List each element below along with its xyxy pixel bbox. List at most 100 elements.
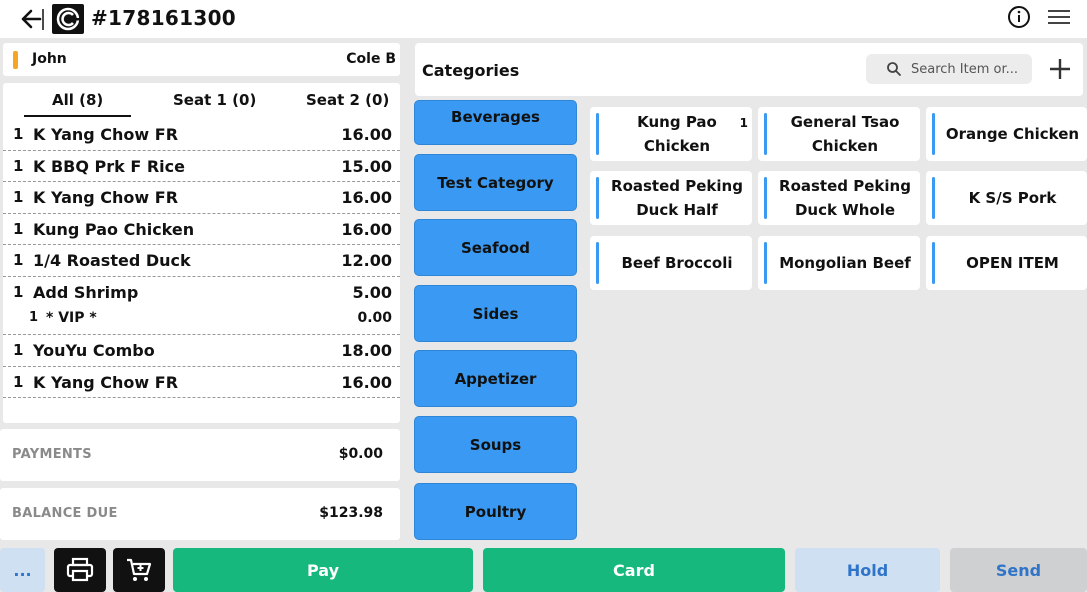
- tab-seat-2[interactable]: Seat 2 (0): [306, 91, 389, 109]
- order-item[interactable]: 1 K BBQ Prk F Rice 15.00: [3, 151, 400, 182]
- menu-item-beef-broccoli[interactable]: Beef Broccoli: [590, 236, 752, 290]
- categories-header: Categories: [415, 43, 1083, 96]
- tab-seat-1[interactable]: Seat 1 (0): [173, 91, 256, 109]
- item-name: K Yang Chow FR: [33, 188, 179, 207]
- menu-item-mongolian-beef[interactable]: Mongolian Beef: [758, 236, 920, 290]
- item-qty: 1: [13, 372, 24, 391]
- item-name: 1/4 Roasted Duck: [33, 251, 191, 270]
- item-price: 18.00: [341, 341, 392, 360]
- seat-tabs: All (8) Seat 1 (0) Seat 2 (0): [3, 89, 400, 119]
- menu-item-label: Roasted Peking Duck Whole: [779, 177, 911, 219]
- menu-item-label: General Tsao Chicken: [790, 113, 900, 155]
- menu-item-orange-chicken[interactable]: Orange Chicken: [926, 107, 1087, 161]
- menu-item-k-ss-pork[interactable]: K S/S Pork: [926, 171, 1087, 225]
- item-name: Kung Pao Chicken: [33, 219, 195, 239]
- balance-due-value: $123.98: [319, 505, 383, 521]
- item-price: 12.00: [341, 251, 392, 270]
- category-poultry[interactable]: Poultry: [414, 483, 577, 540]
- item-price: 16.00: [341, 188, 392, 207]
- item-price: 15.00: [341, 156, 392, 176]
- print-button[interactable]: [54, 548, 106, 592]
- menu-item-label: Roasted Peking Duck Half: [611, 177, 743, 219]
- order-item[interactable]: 1 K Yang Chow FR 16.00: [3, 182, 400, 214]
- menu-item-general-tsao-chicken[interactable]: General Tsao Chicken: [758, 107, 920, 161]
- menu-item-kung-pao-chicken[interactable]: Kung Pao Chicken 1: [590, 107, 752, 161]
- order-item[interactable]: 1 1/4 Roasted Duck 12.00: [3, 245, 400, 277]
- search-box[interactable]: [866, 54, 1032, 84]
- item-name: * VIP *: [46, 310, 97, 326]
- categories-title: Categories: [422, 61, 520, 80]
- menu-item-label: Orange Chicken: [945, 125, 1080, 143]
- item-price: 16.00: [341, 372, 392, 392]
- category-appetizer[interactable]: Appetizer: [414, 350, 577, 407]
- order-item-list: 1 K Yang Chow FR 16.00 1 K BBQ Prk F Ric…: [3, 119, 400, 398]
- item-price: 5.00: [352, 282, 392, 302]
- item-qty: 1: [13, 282, 24, 301]
- category-sides[interactable]: Sides: [414, 285, 577, 342]
- order-item[interactable]: 1 Add Shrimp 5.00: [3, 277, 400, 309]
- cart-button[interactable]: [113, 548, 165, 592]
- item-price: 16.00: [341, 219, 392, 239]
- item-qty: 1: [13, 156, 24, 175]
- order-item[interactable]: 1 K Yang Chow FR 16.00: [3, 119, 400, 151]
- item-name: K Yang Chow FR: [33, 372, 179, 392]
- menu-item-label: Mongolian Beef: [779, 254, 911, 272]
- category-beverages[interactable]: Beverages: [414, 100, 577, 145]
- item-name: YouYu Combo: [33, 341, 155, 360]
- item-price: 16.00: [341, 125, 392, 144]
- category-test-category[interactable]: Test Category: [414, 154, 577, 211]
- order-item[interactable]: 1 Kung Pao Chicken 16.00: [3, 214, 400, 245]
- item-qty: 1: [13, 188, 24, 206]
- payments-value: $0.00: [338, 446, 383, 462]
- customer-bar[interactable]: John Cole B: [3, 43, 400, 76]
- customer-accent-marker: [13, 51, 18, 69]
- back-arrow-icon[interactable]: [18, 6, 44, 32]
- more-options-button[interactable]: ...: [0, 548, 45, 592]
- item-qty: 1: [13, 251, 24, 269]
- order-ticket: All (8) Seat 1 (0) Seat 2 (0) 1 K Yang C…: [3, 83, 400, 423]
- category-soups[interactable]: Soups: [414, 416, 577, 473]
- item-qty: 1: [29, 310, 39, 325]
- customer-name: John: [32, 51, 67, 67]
- pay-button[interactable]: Pay: [173, 548, 473, 592]
- order-number: #178161300: [91, 6, 237, 30]
- printer-icon: [66, 557, 94, 582]
- info-icon[interactable]: [1007, 5, 1031, 29]
- item-price: 0.00: [357, 310, 392, 326]
- top-bar: #178161300: [0, 0, 1087, 38]
- item-qty: 1: [13, 125, 24, 143]
- menu-item-label: OPEN ITEM: [966, 254, 1059, 272]
- brand-logo-icon: [52, 4, 84, 34]
- hold-button[interactable]: Hold: [795, 548, 940, 592]
- item-name: K BBQ Prk F Rice: [33, 156, 185, 176]
- item-qty: 1: [13, 219, 24, 238]
- hamburger-menu-icon[interactable]: [1048, 7, 1070, 27]
- add-item-plus-icon[interactable]: [1048, 57, 1072, 81]
- search-icon: [886, 61, 902, 77]
- menu-item-roasted-peking-duck-whole[interactable]: Roasted Peking Duck Whole: [758, 171, 920, 225]
- order-item[interactable]: 1 K Yang Chow FR 16.00: [3, 367, 400, 398]
- category-seafood[interactable]: Seafood: [414, 219, 577, 276]
- menu-item-label: Beef Broccoli: [621, 254, 733, 272]
- tab-all-seats[interactable]: All (8): [23, 91, 132, 117]
- menu-item-label: K S/S Pork: [968, 189, 1057, 207]
- menu-item-open-item[interactable]: OPEN ITEM: [926, 236, 1087, 290]
- balance-due-row: BALANCE DUE $123.98: [0, 488, 400, 540]
- menu-item-count-badge: 1: [739, 116, 748, 130]
- card-button[interactable]: Card: [483, 548, 785, 592]
- order-item[interactable]: 1 YouYu Combo 18.00: [3, 335, 400, 367]
- server-name: Cole B: [346, 51, 396, 67]
- menu-item-roasted-peking-duck-half[interactable]: Roasted Peking Duck Half: [590, 171, 752, 225]
- search-input[interactable]: [911, 54, 1027, 84]
- bottom-action-bar: ... Pay Card Hold Send: [0, 548, 1087, 592]
- order-item-modifier[interactable]: 1 * VIP * 0.00: [3, 308, 400, 335]
- payments-row: PAYMENTS $0.00: [0, 429, 400, 481]
- cart-icon: [127, 558, 152, 581]
- item-name: K Yang Chow FR: [33, 125, 179, 144]
- payments-label: PAYMENTS: [12, 447, 92, 462]
- item-qty: 1: [13, 341, 24, 359]
- item-name: Add Shrimp: [33, 282, 139, 302]
- send-button[interactable]: Send: [950, 548, 1087, 592]
- balance-due-label: BALANCE DUE: [12, 506, 118, 521]
- menu-item-label: Kung Pao Chicken: [637, 113, 717, 155]
